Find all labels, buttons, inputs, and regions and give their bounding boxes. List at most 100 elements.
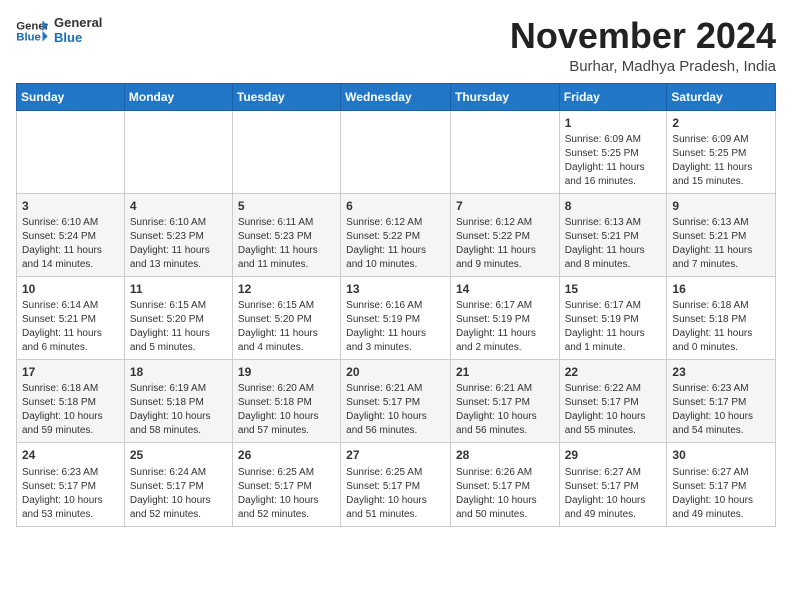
calendar-cell: 10Sunrise: 6:14 AM Sunset: 5:21 PM Dayli… <box>17 276 125 359</box>
calendar-cell <box>124 110 232 193</box>
day-number: 7 <box>456 198 554 214</box>
calendar-cell: 7 Sunrise: 6:12 AM Sunset: 5:22 PM Daylig… <box>450 193 559 276</box>
weekday-header-thursday: Thursday <box>450 83 559 110</box>
day-number: 29 <box>565 447 662 463</box>
calendar-week-3: 10Sunrise: 6:14 AM Sunset: 5:21 PM Dayli… <box>17 276 776 359</box>
weekday-header-friday: Friday <box>559 83 667 110</box>
calendar-cell: 18Sunrise: 6:19 AM Sunset: 5:18 PM Dayli… <box>124 360 232 443</box>
svg-text:Blue: Blue <box>16 32 41 44</box>
calendar-week-1: 1Sunrise: 6:09 AM Sunset: 5:25 PM Daylig… <box>17 110 776 193</box>
logo-general: General <box>54 16 102 31</box>
calendar-cell <box>341 110 451 193</box>
day-info: Sunrise: 6:20 AM Sunset: 5:18 PM Dayligh… <box>238 382 335 438</box>
day-number: 25 <box>130 447 227 463</box>
day-info: Sunrise: 6:22 AM Sunset: 5:17 PM Dayligh… <box>565 382 662 438</box>
day-number: 4 <box>130 198 227 214</box>
day-info: Sunrise: 6:09 AM Sunset: 5:25 PM Dayligh… <box>672 133 770 189</box>
day-info: Sunrise: 6:25 AM Sunset: 5:17 PM Dayligh… <box>346 466 445 522</box>
day-number: 21 <box>456 364 554 380</box>
calendar-cell: 12Sunrise: 6:15 AM Sunset: 5:20 PM Dayli… <box>232 276 340 359</box>
day-number: 5 <box>238 198 335 214</box>
calendar-cell: 27 Sunrise: 6:25 AM Sunset: 5:17 PM Dayli… <box>341 443 451 526</box>
day-number: 10 <box>22 281 119 297</box>
calendar-cell: 24 Sunrise: 6:23 AM Sunset: 5:17 PM Dayli… <box>17 443 125 526</box>
calendar-cell: 4 Sunrise: 6:10 AM Sunset: 5:23 PM Daylig… <box>124 193 232 276</box>
day-number: 12 <box>238 281 335 297</box>
calendar-cell: 17Sunrise: 6:18 AM Sunset: 5:18 PM Dayli… <box>17 360 125 443</box>
calendar-cell: 11Sunrise: 6:15 AM Sunset: 5:20 PM Dayli… <box>124 276 232 359</box>
day-info: Sunrise: 6:23 AM Sunset: 5:17 PM Dayligh… <box>672 382 770 438</box>
calendar-cell: 16 Sunrise: 6:18 AM Sunset: 5:18 PM Dayli… <box>667 276 776 359</box>
logo-icon: General Blue <box>16 17 48 45</box>
calendar-cell <box>17 110 125 193</box>
calendar-cell: 5 Sunrise: 6:11 AM Sunset: 5:23 PM Daylig… <box>232 193 340 276</box>
day-info: Sunrise: 6:21 AM Sunset: 5:17 PM Dayligh… <box>456 382 554 438</box>
day-number: 30 <box>672 447 770 463</box>
calendar-cell: 29 Sunrise: 6:27 AM Sunset: 5:17 PM Dayli… <box>559 443 667 526</box>
day-info: Sunrise: 6:25 AM Sunset: 5:17 PM Dayligh… <box>238 466 335 522</box>
weekday-header-tuesday: Tuesday <box>232 83 340 110</box>
day-number: 13 <box>346 281 445 297</box>
logo-blue: Blue <box>54 31 102 46</box>
calendar-cell: 9Sunrise: 6:13 AM Sunset: 5:21 PM Daylig… <box>667 193 776 276</box>
calendar-cell: 22 Sunrise: 6:22 AM Sunset: 5:17 PM Dayli… <box>559 360 667 443</box>
day-info: Sunrise: 6:27 AM Sunset: 5:17 PM Dayligh… <box>565 466 662 522</box>
calendar-week-5: 24 Sunrise: 6:23 AM Sunset: 5:17 PM Dayli… <box>17 443 776 526</box>
calendar-cell: 8Sunrise: 6:13 AM Sunset: 5:21 PM Daylig… <box>559 193 667 276</box>
day-number: 14 <box>456 281 554 297</box>
calendar-cell: 13Sunrise: 6:16 AM Sunset: 5:19 PM Dayli… <box>341 276 451 359</box>
calendar-week-2: 3 Sunrise: 6:10 AM Sunset: 5:24 PM Daylig… <box>17 193 776 276</box>
day-number: 3 <box>22 198 119 214</box>
calendar-cell <box>450 110 559 193</box>
day-info: Sunrise: 6:15 AM Sunset: 5:20 PM Dayligh… <box>130 299 227 355</box>
day-info: Sunrise: 6:24 AM Sunset: 5:17 PM Dayligh… <box>130 466 227 522</box>
calendar-cell: 14 Sunrise: 6:17 AM Sunset: 5:19 PM Dayli… <box>450 276 559 359</box>
calendar-cell: 2Sunrise: 6:09 AM Sunset: 5:25 PM Daylig… <box>667 110 776 193</box>
calendar-cell: 3 Sunrise: 6:10 AM Sunset: 5:24 PM Daylig… <box>17 193 125 276</box>
day-number: 27 <box>346 447 445 463</box>
weekday-header-wednesday: Wednesday <box>341 83 451 110</box>
day-info: Sunrise: 6:23 AM Sunset: 5:17 PM Dayligh… <box>22 466 119 522</box>
month-title: November 2024 <box>510 16 776 56</box>
calendar-cell: 28 Sunrise: 6:26 AM Sunset: 5:17 PM Dayli… <box>450 443 559 526</box>
calendar-cell: 19 Sunrise: 6:20 AM Sunset: 5:18 PM Dayli… <box>232 360 340 443</box>
calendar-week-4: 17Sunrise: 6:18 AM Sunset: 5:18 PM Dayli… <box>17 360 776 443</box>
calendar-header-row: SundayMondayTuesdayWednesdayThursdayFrid… <box>17 83 776 110</box>
day-info: Sunrise: 6:17 AM Sunset: 5:19 PM Dayligh… <box>456 299 554 355</box>
calendar-cell: 25 Sunrise: 6:24 AM Sunset: 5:17 PM Dayli… <box>124 443 232 526</box>
day-info: Sunrise: 6:10 AM Sunset: 5:24 PM Dayligh… <box>22 216 119 272</box>
day-number: 19 <box>238 364 335 380</box>
calendar-table: SundayMondayTuesdayWednesdayThursdayFrid… <box>16 83 776 527</box>
day-info: Sunrise: 6:17 AM Sunset: 5:19 PM Dayligh… <box>565 299 662 355</box>
calendar-cell: 26 Sunrise: 6:25 AM Sunset: 5:17 PM Dayli… <box>232 443 340 526</box>
calendar-cell: 23Sunrise: 6:23 AM Sunset: 5:17 PM Dayli… <box>667 360 776 443</box>
day-info: Sunrise: 6:11 AM Sunset: 5:23 PM Dayligh… <box>238 216 335 272</box>
day-number: 26 <box>238 447 335 463</box>
day-info: Sunrise: 6:26 AM Sunset: 5:17 PM Dayligh… <box>456 466 554 522</box>
day-number: 16 <box>672 281 770 297</box>
day-number: 22 <box>565 364 662 380</box>
day-info: Sunrise: 6:13 AM Sunset: 5:21 PM Dayligh… <box>565 216 662 272</box>
day-number: 28 <box>456 447 554 463</box>
page-container: General Blue General Blue November 2024 … <box>0 0 792 537</box>
day-info: Sunrise: 6:18 AM Sunset: 5:18 PM Dayligh… <box>672 299 770 355</box>
day-info: Sunrise: 6:12 AM Sunset: 5:22 PM Dayligh… <box>346 216 445 272</box>
day-number: 24 <box>22 447 119 463</box>
day-info: Sunrise: 6:21 AM Sunset: 5:17 PM Dayligh… <box>346 382 445 438</box>
day-number: 15 <box>565 281 662 297</box>
day-info: Sunrise: 6:10 AM Sunset: 5:23 PM Dayligh… <box>130 216 227 272</box>
calendar-cell: 30 Sunrise: 6:27 AM Sunset: 5:17 PM Dayli… <box>667 443 776 526</box>
day-info: Sunrise: 6:18 AM Sunset: 5:18 PM Dayligh… <box>22 382 119 438</box>
logo: General Blue General Blue <box>16 16 102 46</box>
weekday-header-monday: Monday <box>124 83 232 110</box>
calendar-cell: 21 Sunrise: 6:21 AM Sunset: 5:17 PM Dayli… <box>450 360 559 443</box>
title-block: November 2024 Burhar, Madhya Pradesh, In… <box>510 16 776 75</box>
weekday-header-sunday: Sunday <box>17 83 125 110</box>
day-info: Sunrise: 6:12 AM Sunset: 5:22 PM Dayligh… <box>456 216 554 272</box>
weekday-header-saturday: Saturday <box>667 83 776 110</box>
calendar-cell: 15 Sunrise: 6:17 AM Sunset: 5:19 PM Dayli… <box>559 276 667 359</box>
calendar-cell: 20Sunrise: 6:21 AM Sunset: 5:17 PM Dayli… <box>341 360 451 443</box>
day-number: 6 <box>346 198 445 214</box>
calendar-cell: 6 Sunrise: 6:12 AM Sunset: 5:22 PM Daylig… <box>341 193 451 276</box>
day-info: Sunrise: 6:27 AM Sunset: 5:17 PM Dayligh… <box>672 466 770 522</box>
